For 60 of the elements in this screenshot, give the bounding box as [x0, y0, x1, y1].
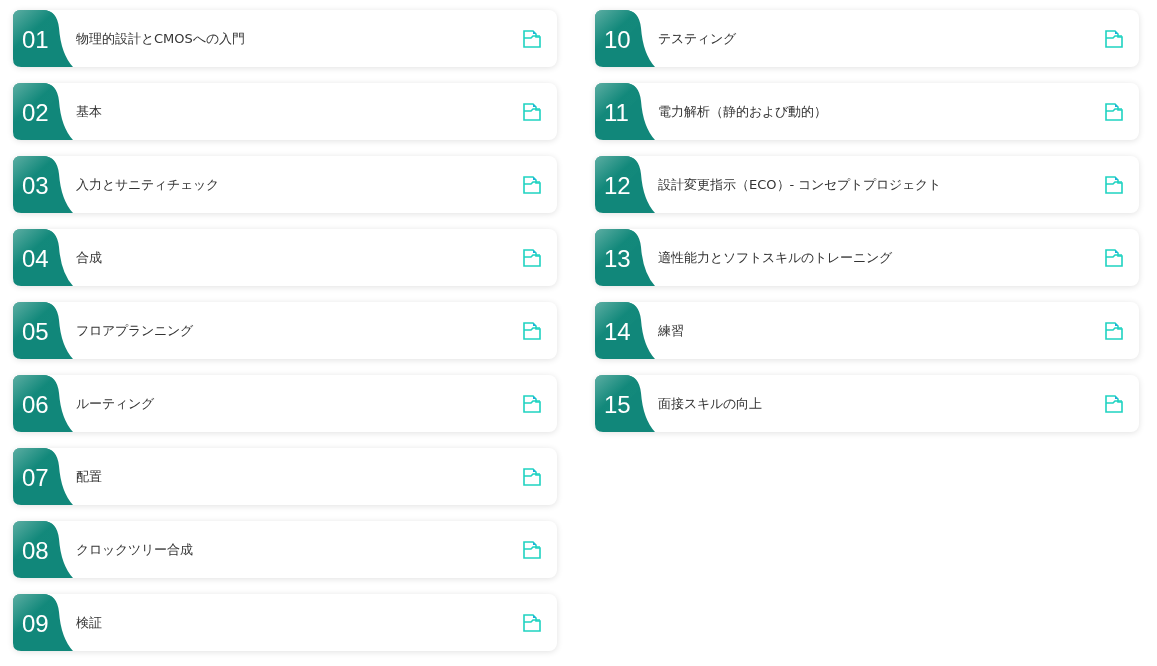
module-card[interactable]: 09 検証: [13, 594, 557, 651]
file-icon[interactable]: [522, 174, 542, 195]
number-badge: 14: [595, 302, 655, 359]
number-badge: 12: [595, 156, 655, 213]
module-card[interactable]: 03 入力とサニティチェック: [13, 156, 557, 213]
module-title: ルーティング: [75, 394, 155, 413]
number-badge: 15: [595, 375, 655, 432]
file-icon[interactable]: [522, 320, 542, 341]
file-icon[interactable]: [1104, 101, 1124, 122]
module-card[interactable]: 10 テスティング: [595, 10, 1139, 67]
number-badge: 02: [13, 83, 73, 140]
file-icon[interactable]: [1104, 320, 1124, 341]
number-badge: 08: [13, 521, 73, 578]
module-card[interactable]: 12 設計変更指示（ECO）- コンセプトプロジェクト: [595, 156, 1139, 213]
module-card[interactable]: 02 基本: [13, 83, 557, 140]
file-icon[interactable]: [1104, 247, 1124, 268]
module-title: テスティング: [657, 29, 737, 48]
module-title: 物理的設計とCMOSへの入門: [75, 29, 246, 48]
number-badge: 03: [13, 156, 73, 213]
module-card[interactable]: 04 合成: [13, 229, 557, 286]
module-card[interactable]: 11 電力解析（静的および動的）: [595, 83, 1139, 140]
file-icon[interactable]: [522, 539, 542, 560]
module-title: 基本: [75, 102, 103, 121]
module-title: 設計変更指示（ECO）- コンセプトプロジェクト: [657, 175, 943, 194]
module-title: フロアプランニング: [75, 321, 194, 340]
module-card[interactable]: 06 ルーティング: [13, 375, 557, 432]
file-icon[interactable]: [522, 612, 542, 633]
number-badge: 01: [13, 10, 73, 67]
module-card[interactable]: 14 練習: [595, 302, 1139, 359]
file-icon[interactable]: [522, 466, 542, 487]
number-badge: 05: [13, 302, 73, 359]
module-title: 練習: [657, 321, 685, 340]
number-badge: 04: [13, 229, 73, 286]
number-badge: 06: [13, 375, 73, 432]
module-card[interactable]: 01 物理的設計とCMOSへの入門: [13, 10, 557, 67]
file-icon[interactable]: [1104, 174, 1124, 195]
file-icon[interactable]: [1104, 393, 1124, 414]
module-card[interactable]: 08 クロックツリー合成: [13, 521, 557, 578]
module-title: 電力解析（静的および動的）: [657, 102, 828, 121]
module-title: クロックツリー合成: [75, 540, 194, 559]
file-icon[interactable]: [522, 101, 542, 122]
module-title: 面接スキルの向上: [657, 394, 763, 413]
file-icon[interactable]: [522, 28, 542, 49]
module-card[interactable]: 13 適性能力とソフトスキルのトレーニング: [595, 229, 1139, 286]
file-icon[interactable]: [522, 247, 542, 268]
number-badge: 10: [595, 10, 655, 67]
module-title: 適性能力とソフトスキルのトレーニング: [657, 248, 893, 267]
module-card[interactable]: 05 フロアプランニング: [13, 302, 557, 359]
module-title: 合成: [75, 248, 103, 267]
number-badge: 09: [13, 594, 73, 651]
file-icon[interactable]: [1104, 28, 1124, 49]
module-title: 配置: [75, 467, 103, 486]
file-icon[interactable]: [522, 393, 542, 414]
module-title: 検証: [75, 613, 103, 632]
module-card[interactable]: 07 配置: [13, 448, 557, 505]
number-badge: 13: [595, 229, 655, 286]
number-badge: 07: [13, 448, 73, 505]
module-card[interactable]: 15 面接スキルの向上: [595, 375, 1139, 432]
number-badge: 11: [595, 83, 655, 140]
module-title: 入力とサニティチェック: [75, 175, 220, 194]
